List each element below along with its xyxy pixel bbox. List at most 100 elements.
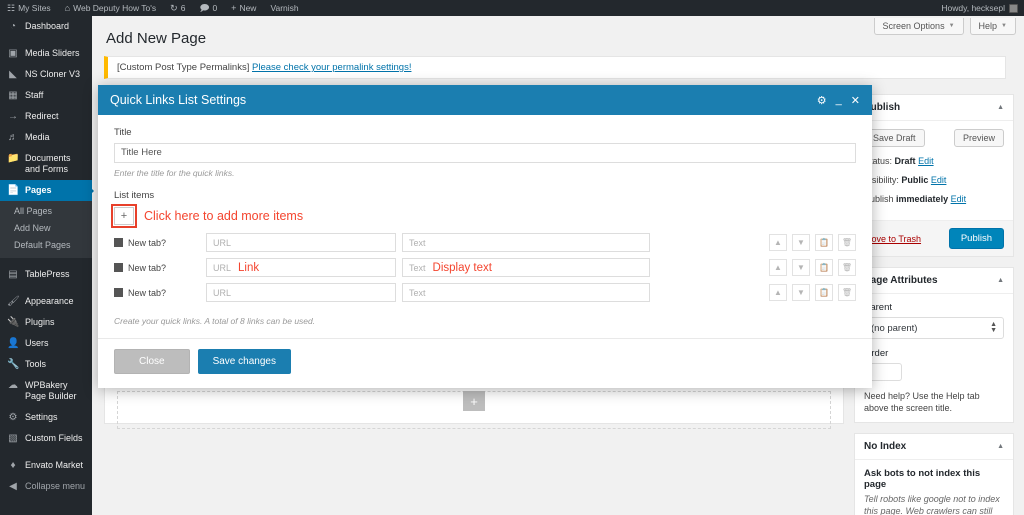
sidebar-label-redirect: Redirect xyxy=(25,111,59,122)
plugins-icon: 🔌 xyxy=(7,317,19,328)
edit-status-link[interactable]: Edit xyxy=(918,156,934,166)
text-input-field[interactable]: Text xyxy=(402,283,650,302)
adminbar-my-sites-label: My Sites xyxy=(18,3,51,13)
title-input[interactable]: Title Here xyxy=(114,143,856,163)
new-tab-checkbox[interactable] xyxy=(114,238,123,247)
adminbar-item-site-name[interactable]: ⌂ Web Deputy How To's xyxy=(58,0,163,16)
sidebar-item-documents-and-forms[interactable]: 📁 Documents and Forms xyxy=(0,148,92,180)
sidebar-item-envato-market[interactable]: ♦ Envato Market xyxy=(0,455,92,476)
duplicate-icon[interactable]: 📋 xyxy=(815,234,833,251)
sidebar-item-appearance[interactable]: 🖌 Appearance xyxy=(0,291,92,312)
new-tab-toggle[interactable]: New tab? xyxy=(114,288,200,298)
move-down-icon[interactable]: ▼ xyxy=(792,284,810,301)
sidebar-subitem-all-pages-label: All Pages xyxy=(14,206,52,216)
sidebar-item-users[interactable]: 👤 Users xyxy=(0,333,92,354)
new-tab-checkbox[interactable] xyxy=(114,288,123,297)
sidebar-item-dashboard[interactable]: ◔ Dashboard xyxy=(0,16,92,37)
sidebar-subitem-all-pages[interactable]: All Pages xyxy=(0,203,92,220)
sidebar-label-staff: Staff xyxy=(25,90,43,101)
url-input[interactable]: URL xyxy=(206,283,396,302)
publish-schedule-value: immediately xyxy=(896,194,948,204)
delete-icon[interactable]: 🗑 xyxy=(838,259,856,276)
sidebar-subitem-default-pages[interactable]: Default Pages xyxy=(0,237,92,254)
publish-panel-body: Save Draft Preview Status: Draft Edit Vi… xyxy=(855,121,1013,220)
move-up-icon[interactable]: ▲ xyxy=(769,234,787,251)
sidebar-subitem-default-pages-label: Default Pages xyxy=(14,240,71,250)
chevron-up-icon[interactable]: ▲ xyxy=(997,277,1004,284)
sidebar-item-staff[interactable]: ▦ Staff xyxy=(0,85,92,106)
close-icon[interactable]: ✕ xyxy=(851,94,860,107)
sidebar-label-custom-fields: Custom Fields xyxy=(25,433,83,444)
sidebar-item-ns-cloner[interactable]: ◣ NS Cloner V3 xyxy=(0,64,92,85)
sidebar-item-custom-fields[interactable]: ▧ Custom Fields xyxy=(0,428,92,449)
parent-select[interactable]: (no parent) ▲▼ xyxy=(864,317,1004,339)
add-item-button[interactable]: + xyxy=(114,207,134,225)
publish-status-value: Draft xyxy=(895,156,916,166)
adminbar-item-new[interactable]: + New xyxy=(224,0,263,16)
help-button[interactable]: Help ▼ xyxy=(970,18,1016,35)
sidebar-subitem-add-new[interactable]: Add New xyxy=(0,220,92,237)
new-tab-toggle[interactable]: New tab? xyxy=(114,238,200,248)
sidebar-item-plugins[interactable]: 🔌 Plugins xyxy=(0,312,92,333)
sidebar-item-collapse-menu[interactable]: ◀ Collapse menu xyxy=(0,476,92,497)
text-input-field[interactable]: Text xyxy=(402,233,650,252)
close-button[interactable]: Close xyxy=(114,349,190,374)
chevron-up-icon[interactable]: ▲ xyxy=(997,443,1004,450)
permalink-settings-link[interactable]: Please check your permalink settings! xyxy=(252,62,411,73)
duplicate-icon[interactable]: 📋 xyxy=(815,259,833,276)
sidebar-item-settings[interactable]: ⚙ Settings xyxy=(0,407,92,428)
sidebar-item-tools[interactable]: 🔧 Tools xyxy=(0,354,92,375)
move-down-icon[interactable]: ▼ xyxy=(792,259,810,276)
new-tab-toggle[interactable]: New tab? xyxy=(114,263,200,273)
save-draft-button[interactable]: Save Draft xyxy=(864,129,925,147)
url-input[interactable]: URL Link xyxy=(206,258,396,277)
preview-button[interactable]: Preview xyxy=(954,129,1004,147)
custom-fields-icon: ▧ xyxy=(7,433,19,444)
add-item-row: + Click here to add more items xyxy=(114,207,856,225)
url-input[interactable]: URL xyxy=(206,233,396,252)
adminbar-account[interactable]: Howdy, hecksepl xyxy=(941,3,1024,13)
text-value: Display text xyxy=(433,262,492,274)
add-element-button[interactable]: + xyxy=(463,391,485,411)
sidebar-subitem-add-new-label: Add New xyxy=(14,223,51,233)
sidebar-item-tablepress[interactable]: ▤ TablePress xyxy=(0,264,92,285)
sidebar-item-pages[interactable]: 📄 Pages xyxy=(0,180,92,201)
edit-schedule-link[interactable]: Edit xyxy=(951,194,967,204)
sidebar-item-redirect[interactable]: → Redirect xyxy=(0,106,92,127)
sidebar-item-media[interactable]: ♬ Media xyxy=(0,127,92,148)
chevron-up-icon[interactable]: ▲ xyxy=(997,104,1004,111)
adminbar-item-varnish[interactable]: Varnish xyxy=(263,0,305,16)
documents-icon: 📁 xyxy=(7,153,19,164)
screen-options-button[interactable]: Screen Options ▼ xyxy=(874,18,964,35)
gear-icon[interactable]: ⚙ xyxy=(817,94,827,107)
publish-button[interactable]: Publish xyxy=(949,228,1004,249)
sidebar-item-wpbakery-page-builder[interactable]: ☁ WPBakery Page Builder xyxy=(0,375,92,407)
move-down-icon[interactable]: ▼ xyxy=(792,234,810,251)
move-to-trash-link[interactable]: Move to Trash xyxy=(864,234,921,244)
sidebar-label-envato: Envato Market xyxy=(25,460,83,471)
collapse-icon: ◀ xyxy=(7,481,19,492)
sidebar-label-users: Users xyxy=(25,338,49,349)
no-index-heading: Ask bots to not index this page xyxy=(864,468,1004,490)
duplicate-icon[interactable]: 📋 xyxy=(815,284,833,301)
minimize-icon[interactable]: _ xyxy=(836,94,842,106)
sidebar-label-collapse: Collapse menu xyxy=(25,481,85,492)
no-index-header: No Index ▲ xyxy=(855,434,1013,460)
modal-title: Quick Links List Settings xyxy=(110,93,817,107)
users-icon: 👤 xyxy=(7,338,19,349)
no-index-title: No Index xyxy=(864,441,906,452)
sidebar-item-media-sliders[interactable]: ▣ Media Sliders xyxy=(0,43,92,64)
list-items-label: List items xyxy=(114,190,856,201)
adminbar-item-my-sites[interactable]: ☷ My Sites xyxy=(0,0,58,16)
adminbar-item-comments[interactable]: 🗩 0 xyxy=(192,0,224,16)
updates-icon: ↻ xyxy=(170,4,178,13)
save-changes-button[interactable]: Save changes xyxy=(198,349,291,374)
delete-icon[interactable]: 🗑 xyxy=(838,284,856,301)
new-tab-checkbox[interactable] xyxy=(114,263,123,272)
adminbar-item-updates[interactable]: ↻ 6 xyxy=(163,0,192,16)
text-input-field[interactable]: Text Display text xyxy=(402,258,650,277)
delete-icon[interactable]: 🗑 xyxy=(838,234,856,251)
move-up-icon[interactable]: ▲ xyxy=(769,259,787,276)
edit-visibility-link[interactable]: Edit xyxy=(931,175,947,185)
move-up-icon[interactable]: ▲ xyxy=(769,284,787,301)
